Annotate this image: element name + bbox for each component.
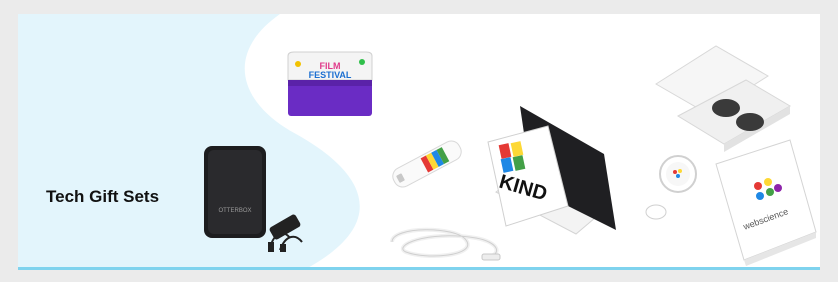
earbuds-kit-product-image[interactable]: webscience [638,36,820,268]
section-title: Tech Gift Sets [46,187,160,206]
speaker-logo-line-2: FESTIVAL [309,70,352,80]
phone-stand-product-image[interactable]: KIND [466,102,630,242]
power-bank-product-image[interactable]: OTTERBOX [200,142,312,254]
speaker-product-image[interactable]: FILM FESTIVAL [280,50,380,124]
lipstick-charger-product-image[interactable] [384,132,470,196]
power-bank-brand: OTTERBOX [218,208,251,214]
gift-set-banner: Tech Gift Sets FILM FESTIVAL OTTERBOX KI… [18,14,820,270]
accent-divider [18,267,820,270]
